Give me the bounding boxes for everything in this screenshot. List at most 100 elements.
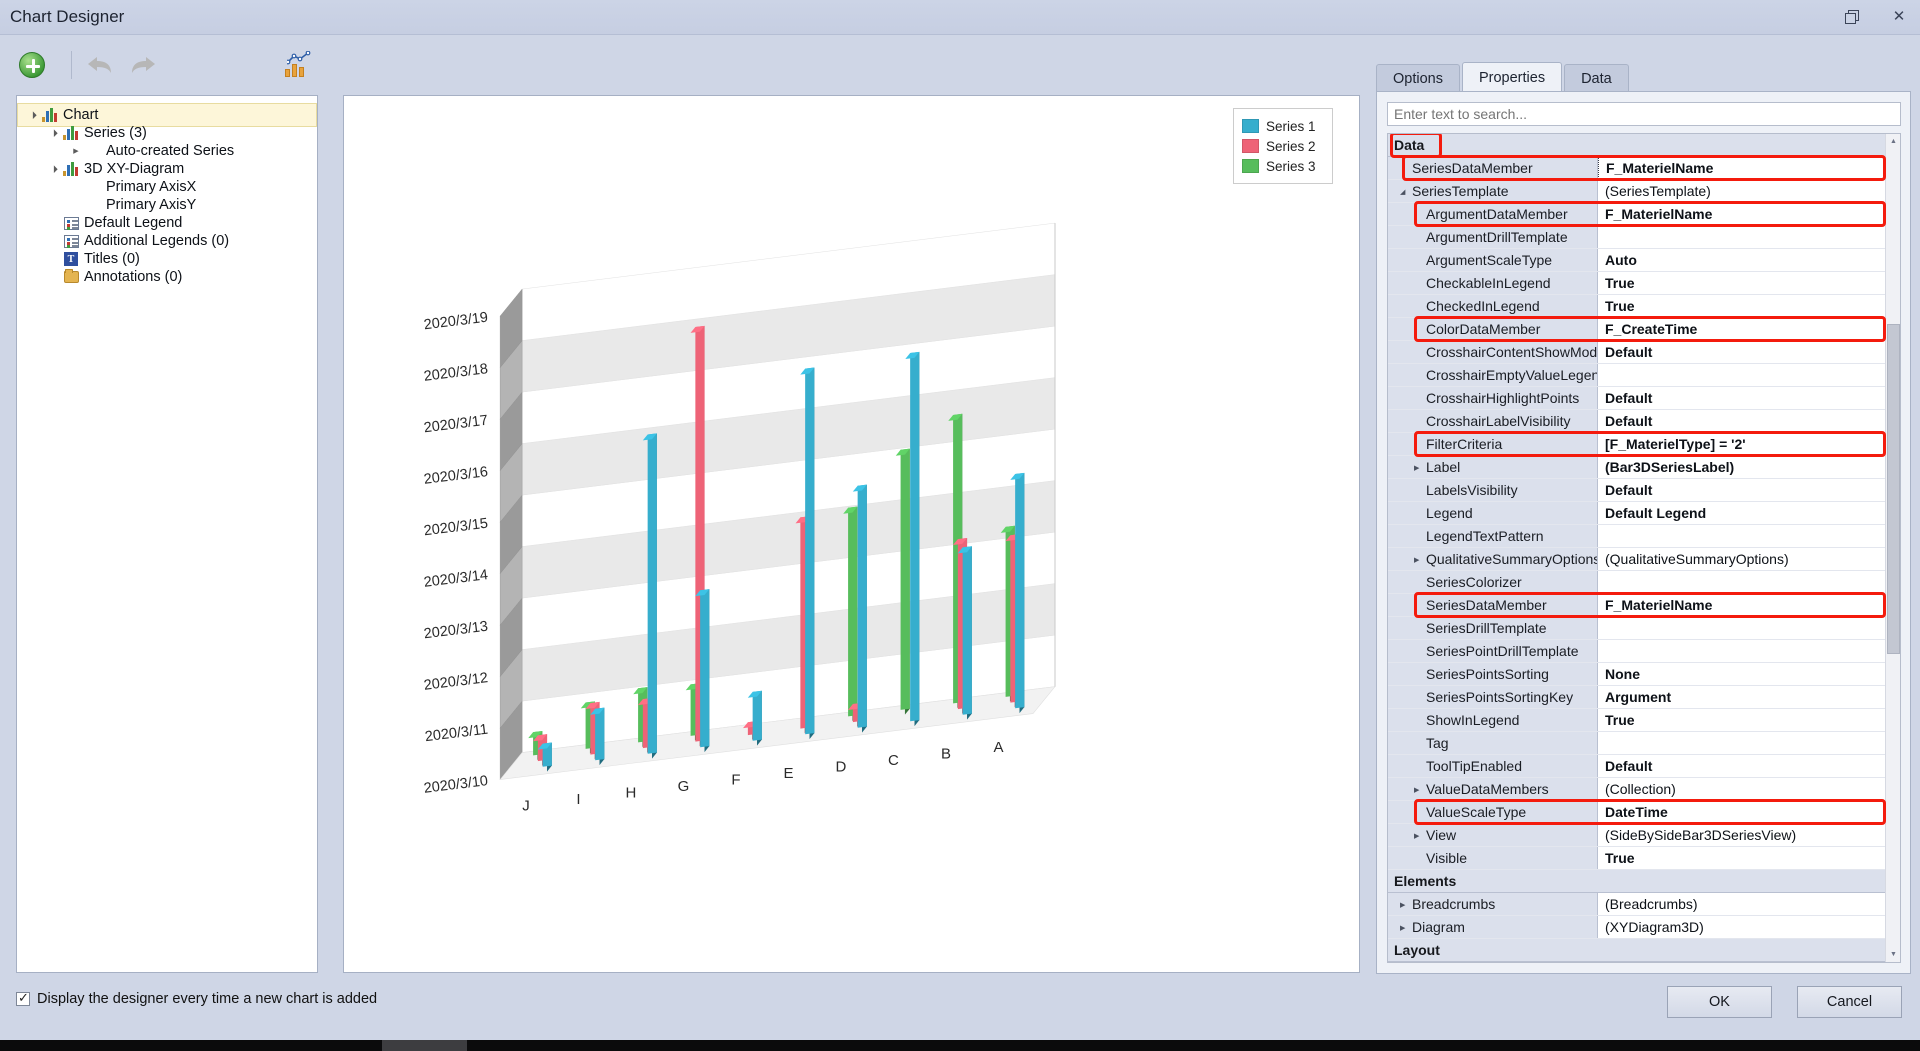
taskbar-item[interactable] (382, 1040, 467, 1051)
close-icon[interactable]: ✕ (1886, 4, 1912, 28)
chart-legend[interactable]: Series 1 Series 2 Series 3 (1233, 108, 1333, 184)
property-row-crosshairlabelvisibility[interactable]: CrosshairLabelVisibility Default (1388, 410, 1900, 433)
property-row-argumentscaletype[interactable]: ArgumentScaleType Auto (1388, 249, 1900, 272)
search-input[interactable] (1387, 102, 1901, 126)
expander-open-icon[interactable] (47, 165, 61, 173)
tab-properties[interactable]: Properties (1461, 62, 1563, 92)
property-value[interactable] (1598, 525, 1900, 547)
property-category-elements[interactable]: Elements▲ (1388, 870, 1900, 893)
property-row-filtercriteria[interactable]: FilterCriteria [F_MaterielType] = '2' (1388, 433, 1900, 456)
property-value[interactable]: Default (1598, 410, 1900, 432)
property-category-data[interactable]: Data ▲ (1388, 134, 1900, 157)
chart-structure-tree[interactable]: Chart Series (3) Auto-created Series 3D XY-… (16, 95, 318, 973)
property-row-qualitativesummaryoptions[interactable]: ▶ QualitativeSummaryOptions (QualitativeSu… (1388, 548, 1900, 571)
property-value[interactable] (1598, 640, 1900, 662)
property-value[interactable]: Argument (1598, 686, 1900, 708)
property-value[interactable]: (SideBySideBar3DSeriesView) (1598, 824, 1900, 846)
restore-icon[interactable] (1838, 4, 1864, 28)
property-row-seriespointssorting[interactable]: SeriesPointsSorting None (1388, 663, 1900, 686)
property-value[interactable]: F_MaterielName (1598, 203, 1900, 225)
tab-data[interactable]: Data (1564, 64, 1629, 92)
property-value[interactable]: True (1598, 295, 1900, 317)
property-row-tooltipenabled[interactable]: ToolTipEnabled Default (1388, 755, 1900, 778)
legend-entry[interactable]: Series 1 (1242, 116, 1324, 136)
property-value[interactable]: F_MaterielName▼ (1598, 157, 1900, 179)
property-row-labelsvisibility[interactable]: LabelsVisibility Default (1388, 479, 1900, 502)
property-row-seriesdatamember[interactable]: SeriesDataMember F_MaterielName▼ (1388, 157, 1900, 180)
expander-closed-icon[interactable] (69, 147, 83, 155)
expander-open-icon[interactable]: ◢ (1400, 188, 1405, 196)
property-row-diagram[interactable]: ▶ Diagram (XYDiagram3D) (1388, 916, 1900, 939)
property-row-crosshairemptyvaluelegend[interactable]: CrosshairEmptyValueLegend... (1388, 364, 1900, 387)
expander-open-icon[interactable] (47, 129, 61, 137)
property-grid[interactable]: Data▲SeriesDataMemberF_MaterielName▼◢Ser… (1387, 133, 1901, 963)
chart-preview-panel[interactable]: 2020/3/10 2020/3/11 2020/3/12 2020/3/13 2020… (343, 95, 1360, 973)
scroll-down-icon[interactable]: ▼ (1886, 947, 1900, 962)
tab-options[interactable]: Options (1376, 64, 1460, 92)
property-row-valuescaletype[interactable]: ValueScaleType DateTime (1388, 801, 1900, 824)
property-row-argumentdatamember[interactable]: ArgumentDataMember F_MaterielName (1388, 203, 1900, 226)
expander-closed-icon[interactable]: ▶ (1400, 924, 1405, 932)
property-value[interactable]: None (1598, 663, 1900, 685)
property-value[interactable]: Default (1598, 479, 1900, 501)
property-value[interactable] (1598, 364, 1900, 386)
display-designer-checkbox[interactable]: Display the designer every time a new ch… (16, 990, 377, 1007)
property-row-label[interactable]: ▶ Label (Bar3DSeriesLabel) (1388, 456, 1900, 479)
tree-item-annotations-0[interactable]: Annotations (0) (47, 266, 182, 288)
cancel-button[interactable]: Cancel (1797, 986, 1902, 1018)
property-value[interactable]: Auto (1598, 249, 1900, 271)
scrollbar-thumb[interactable] (1887, 324, 1900, 654)
property-row-argumentdrilltemplate[interactable]: ArgumentDrillTemplate (1388, 226, 1900, 249)
property-value[interactable]: Default Legend (1598, 502, 1900, 524)
property-value[interactable]: Default (1598, 341, 1900, 363)
property-row-seriestemplate[interactable]: ◢ SeriesTemplate (SeriesTemplate) (1388, 180, 1900, 203)
property-row-visible[interactable]: Visible True (1388, 847, 1900, 870)
property-value[interactable] (1598, 571, 1900, 593)
search-field-wrap[interactable] (1387, 102, 1901, 126)
property-value[interactable]: True (1598, 847, 1900, 869)
property-value[interactable]: (XYDiagram3D) (1598, 916, 1900, 938)
property-row-colordatamember[interactable]: ColorDataMember F_CreateTime (1388, 318, 1900, 341)
legend-entry[interactable]: Series 2 (1242, 136, 1324, 156)
chart-wizard-icon[interactable] (280, 47, 316, 83)
property-row-checkableinlegend[interactable]: CheckableInLegend True (1388, 272, 1900, 295)
add-circle-icon[interactable] (14, 47, 50, 83)
property-value[interactable]: F_CreateTime (1598, 318, 1900, 340)
legend-entry[interactable]: Series 3 (1242, 156, 1324, 176)
property-category-layout[interactable]: Layout (1388, 939, 1900, 962)
property-row-legend[interactable]: Legend Default Legend (1388, 502, 1900, 525)
ok-button[interactable]: OK (1667, 986, 1772, 1018)
property-value[interactable]: (QualitativeSummaryOptions) (1598, 548, 1900, 570)
expander-closed-icon[interactable]: ▶ (1414, 556, 1419, 564)
property-value[interactable]: (Collection) (1598, 778, 1900, 800)
property-row-seriesdatamember[interactable]: SeriesDataMember F_MaterielName (1388, 594, 1900, 617)
property-value[interactable]: F_MaterielName (1598, 594, 1900, 616)
property-row-breadcrumbs[interactable]: ▶ Breadcrumbs (Breadcrumbs) (1388, 893, 1900, 916)
property-row-valuedatamembers[interactable]: ▶ ValueDataMembers (Collection) (1388, 778, 1900, 801)
property-row-seriespointssortingkey[interactable]: SeriesPointsSortingKey Argument (1388, 686, 1900, 709)
expander-open-icon[interactable] (26, 111, 40, 119)
redo-arrow-icon[interactable] (125, 47, 161, 83)
property-row-checkedinlegend[interactable]: CheckedInLegend True (1388, 295, 1900, 318)
expander-closed-icon[interactable]: ▶ (1414, 464, 1419, 472)
property-value[interactable]: (Bar3DSeriesLabel) (1598, 456, 1900, 478)
property-value[interactable]: Default (1598, 387, 1900, 409)
property-row-showinlegend[interactable]: ShowInLegend True (1388, 709, 1900, 732)
property-row-seriespointdrilltemplate[interactable]: SeriesPointDrillTemplate (1388, 640, 1900, 663)
property-row-crosshaircontentshowmode[interactable]: CrosshairContentShowMode Default (1388, 341, 1900, 364)
property-value[interactable]: (Breadcrumbs) (1598, 893, 1900, 915)
property-value[interactable] (1598, 732, 1900, 754)
expander-closed-icon[interactable]: ▶ (1400, 901, 1405, 909)
expander-closed-icon[interactable]: ▶ (1414, 786, 1419, 794)
property-value[interactable]: True (1598, 272, 1900, 294)
property-value[interactable]: (SeriesTemplate) (1598, 180, 1900, 202)
property-row-crosshairhighlightpoints[interactable]: CrosshairHighlightPoints Default (1388, 387, 1900, 410)
property-value[interactable] (1598, 226, 1900, 248)
property-row-tag[interactable]: Tag (1388, 732, 1900, 755)
undo-arrow-icon[interactable] (82, 47, 118, 83)
property-row-legendtextpattern[interactable]: LegendTextPattern (1388, 525, 1900, 548)
property-grid-scrollbar[interactable]: ▲ ▼ (1885, 134, 1900, 962)
property-row-seriescolorizer[interactable]: SeriesColorizer (1388, 571, 1900, 594)
panel-tabs[interactable]: Options Properties Data (1376, 62, 1631, 92)
checkbox-indicator[interactable] (16, 990, 30, 1006)
